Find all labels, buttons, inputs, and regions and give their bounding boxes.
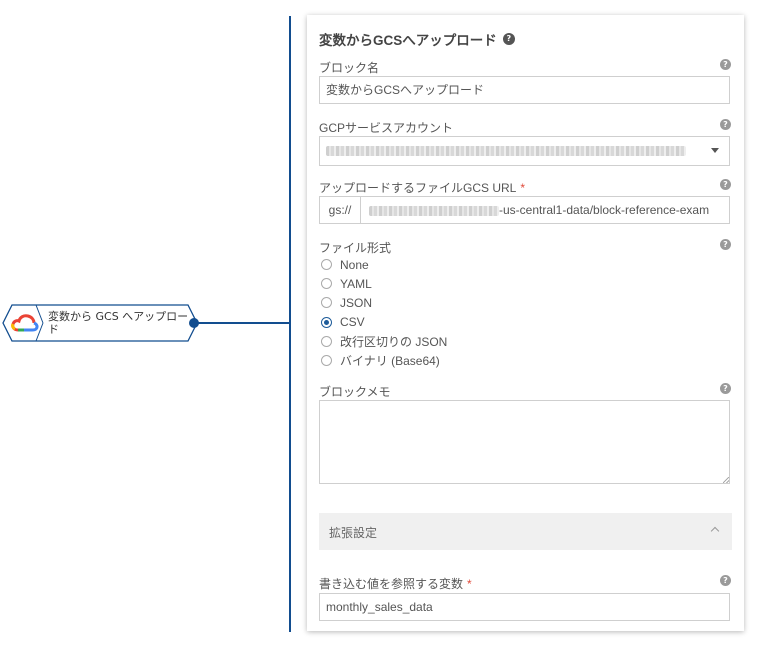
gcs-url-input[interactable]: gs:// -us-central1-data/block-reference-… <box>319 196 730 224</box>
google-cloud-logo-icon <box>11 314 39 332</box>
memo-textarea[interactable] <box>319 400 730 484</box>
connector-line-horizontal <box>197 322 290 324</box>
radio-option-none[interactable]: None <box>321 255 447 274</box>
radio-button[interactable] <box>321 297 332 309</box>
radio-option-jsonl[interactable]: 改行区切りの JSON <box>321 332 447 351</box>
variable-label: 書き込む値を参照する変数 * <box>319 575 472 592</box>
memo-label: ブロックメモ <box>319 385 391 399</box>
radio-option-json[interactable]: JSON <box>321 293 447 312</box>
panel-title-text: 変数からGCSへアップロード <box>319 33 497 48</box>
radio-button-selected[interactable] <box>321 316 332 328</box>
radio-option-yaml[interactable]: YAML <box>321 274 447 293</box>
radio-button[interactable] <box>321 335 332 347</box>
help-icon[interactable]: ? <box>720 383 731 394</box>
radio-label: YAML <box>340 276 372 291</box>
gcs-url-value: -us-central1-data/block-reference-exam <box>369 197 709 223</box>
gcs-url-prefix: gs:// <box>320 197 361 223</box>
chevron-down-icon <box>711 148 719 153</box>
help-icon[interactable]: ? <box>720 59 731 70</box>
panel-title: 変数からGCSへアップロード ? <box>319 29 515 49</box>
radio-label: 改行区切りの JSON <box>340 334 448 349</box>
radio-label: バイナリ (Base64) <box>340 354 440 369</box>
radio-label: None <box>340 257 369 272</box>
required-mark: * <box>520 181 526 195</box>
advanced-settings-label: 拡張設定 <box>329 526 378 540</box>
radio-option-csv[interactable]: CSV <box>321 313 447 332</box>
service-account-label: GCPサービスアカウント <box>319 121 454 135</box>
block-name-input[interactable]: 変数からGCSへアップロード <box>319 76 730 104</box>
redacted-value <box>369 205 499 216</box>
radio-button[interactable] <box>321 259 332 271</box>
variable-input[interactable]: monthly_sales_data <box>319 593 730 621</box>
help-icon[interactable]: ? <box>720 575 731 586</box>
radio-option-binary[interactable]: バイナリ (Base64) <box>321 351 447 370</box>
radio-label: JSON <box>340 295 373 310</box>
gcs-url-label-text: アップロードするファイルGCS URL <box>319 181 517 195</box>
radio-label: CSV <box>340 315 365 330</box>
gcs-url-label: アップロードするファイルGCS URL * <box>319 179 525 196</box>
file-format-radio-group: None YAML JSON CSV 改行区切りの JSON バイナリ (Bas… <box>321 255 447 370</box>
file-format-label: ファイル形式 <box>319 241 392 255</box>
flow-node[interactable]: 変数から GCS へアップロード <box>2 304 199 342</box>
advanced-settings-toggle[interactable]: 拡張設定 <box>319 513 732 550</box>
resize-handle-icon[interactable] <box>723 477 729 483</box>
gcs-url-visible-text: -us-central1-data/block-reference-exam <box>499 203 710 217</box>
node-label: 変数から GCS へアップロード <box>48 310 189 336</box>
help-icon[interactable]: ? <box>502 33 515 45</box>
help-icon[interactable]: ? <box>720 119 731 130</box>
help-icon[interactable]: ? <box>720 239 731 250</box>
properties-panel: 変数からGCSへアップロード ? ブロック名 ? 変数からGCSへアップロード … <box>307 15 744 631</box>
radio-button[interactable] <box>321 355 332 367</box>
help-icon[interactable]: ? <box>720 179 731 190</box>
variable-label-text: 書き込む値を参照する変数 <box>319 577 464 591</box>
radio-button[interactable] <box>321 278 332 290</box>
required-mark: * <box>467 577 472 591</box>
redacted-value <box>326 145 686 156</box>
service-account-select[interactable] <box>319 136 730 166</box>
connector-line-vertical <box>289 16 291 632</box>
chevron-up-icon <box>710 526 720 536</box>
block-name-label: ブロック名 <box>319 61 380 75</box>
